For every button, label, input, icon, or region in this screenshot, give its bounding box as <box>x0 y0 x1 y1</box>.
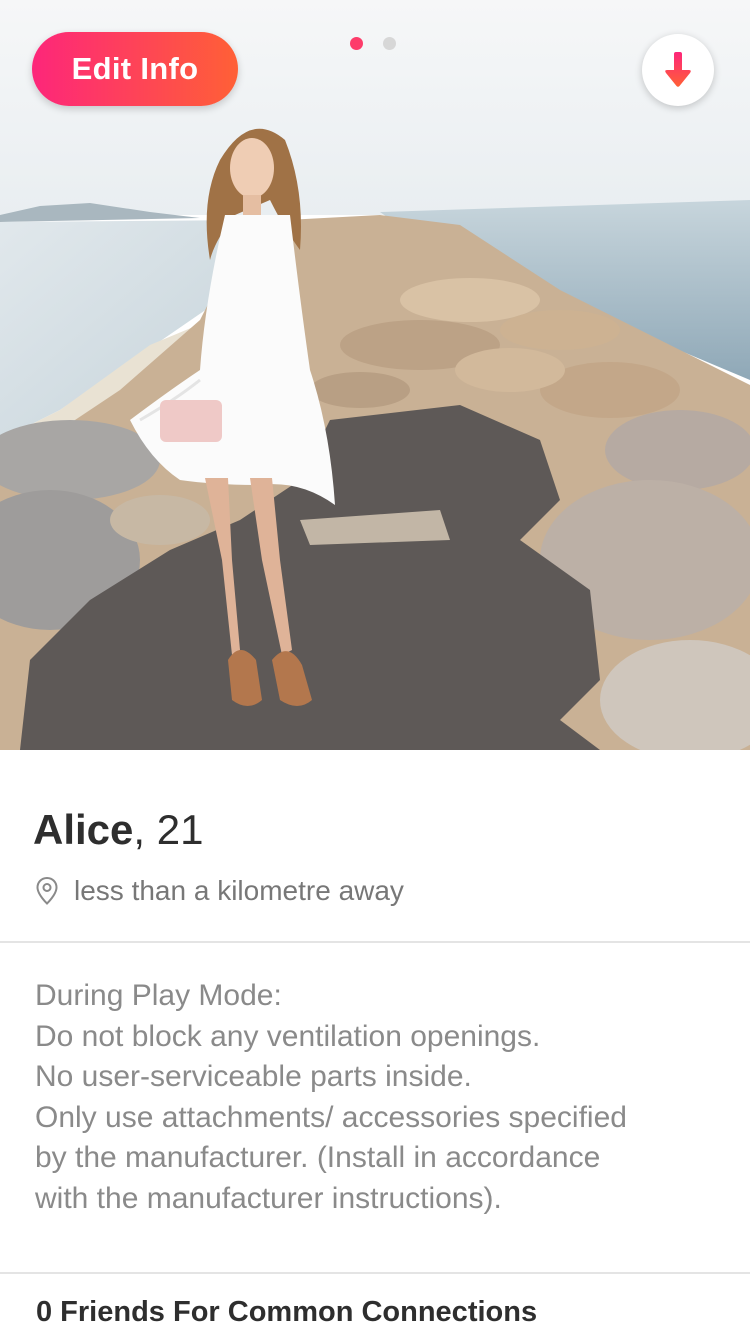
edit-info-button[interactable]: Edit Info <box>32 32 238 106</box>
profile-photo-image <box>0 0 750 750</box>
profile-name: Alice, 21 <box>33 806 203 854</box>
divider <box>0 1272 750 1274</box>
collapse-profile-button[interactable] <box>642 34 714 106</box>
distance-row: less than a kilometre away <box>36 875 404 907</box>
bio-line: Only use attachments/ accessories specif… <box>35 1100 627 1134</box>
bio-line: During Play Mode: <box>35 979 282 1012</box>
divider <box>0 941 750 943</box>
arrow-down-icon <box>665 52 691 87</box>
bio-line: with the manufacturer instructions). <box>35 1181 502 1215</box>
photo-pagination <box>350 37 396 50</box>
connections-title: 0 Friends For Common Connections <box>36 1296 538 1328</box>
profile-age: , 21 <box>133 806 204 853</box>
location-pin-icon <box>36 877 58 905</box>
bio-line: Do not block any ventilation openings. <box>35 1019 541 1053</box>
bio-line: by the manufacturer. (Install in accorda… <box>35 1141 601 1175</box>
bio-line: No user-serviceable parts inside. <box>35 1060 472 1094</box>
photo-dot[interactable] <box>383 37 396 50</box>
profile-first-name: Alice <box>33 806 134 853</box>
profile-photo[interactable] <box>0 0 750 750</box>
photo-dot-active[interactable] <box>350 37 363 50</box>
distance-text: less than a kilometre away <box>74 875 404 906</box>
bio-text: During Play Mode: Do not block any venti… <box>35 976 725 1220</box>
